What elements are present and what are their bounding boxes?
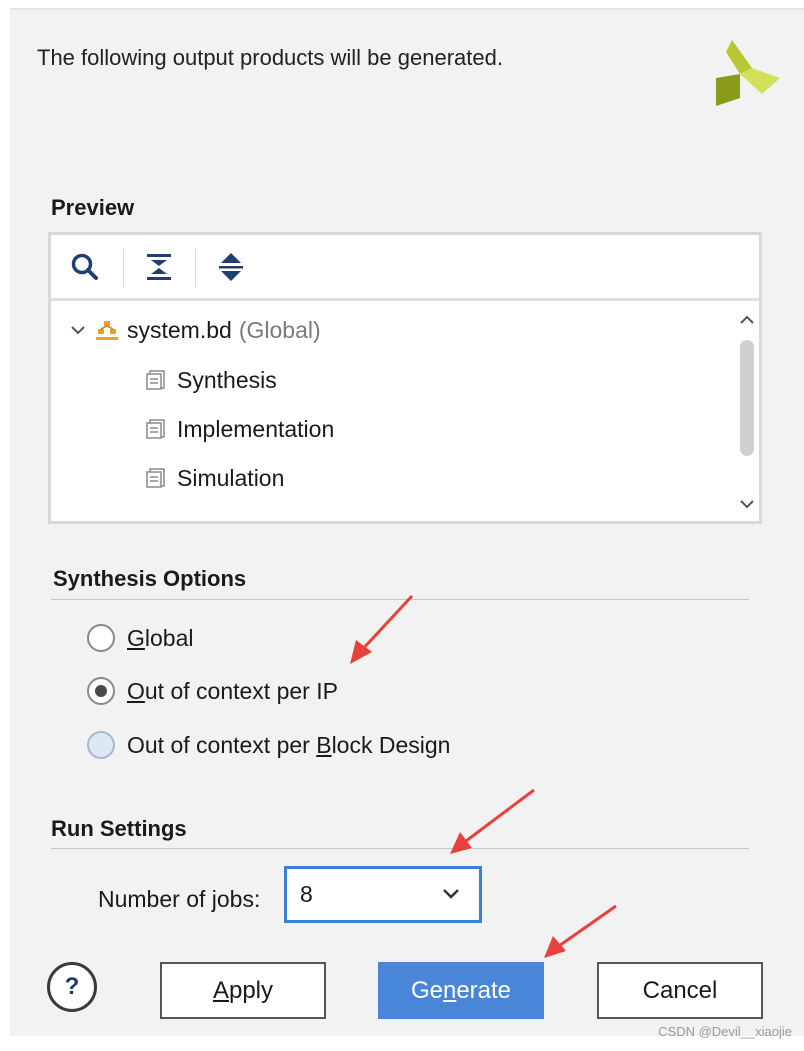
annotation-arrow-generate <box>544 904 617 958</box>
annotation-arrows <box>350 594 617 958</box>
annotation-arrow-jobs <box>450 788 535 854</box>
annotation-arrow-radio <box>350 594 414 664</box>
watermark: CSDN @Devil__xiaojie <box>658 1024 792 1039</box>
